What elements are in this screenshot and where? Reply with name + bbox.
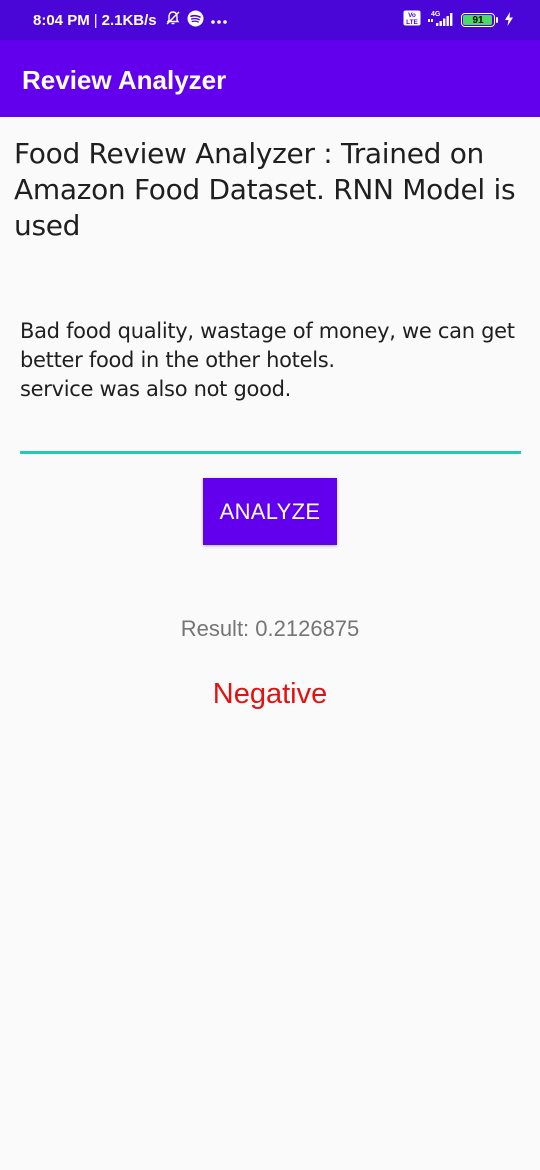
review-input-text[interactable]: Bad food quality, wastage of money, we c…: [20, 317, 520, 404]
charging-icon: [504, 11, 514, 30]
review-input[interactable]: Bad food quality, wastage of money, we c…: [20, 317, 520, 404]
app-title: Review Analyzer: [22, 65, 227, 95]
status-separator: |: [93, 11, 98, 29]
svg-text:LTE: LTE: [406, 19, 418, 26]
status-left: 8:04 PM | 2.1KB/s: [33, 0, 228, 40]
battery-tip: [496, 17, 498, 23]
status-right: Vo LTE 4G 91: [403, 0, 514, 40]
review-input-underline: [20, 451, 521, 454]
notification-icons: [165, 10, 228, 31]
network-speed: 2.1KB/s: [101, 11, 157, 29]
status-bar: 8:04 PM | 2.1KB/s Vo LTE 4G 91: [0, 0, 540, 40]
more-dots-icon: [210, 12, 228, 29]
app-bar: Review Analyzer: [0, 40, 540, 117]
spotify-icon: [187, 10, 204, 31]
signal-icon: 4G: [427, 9, 455, 31]
volte-icon: Vo LTE: [403, 10, 421, 30]
svg-text:Vo: Vo: [408, 12, 416, 19]
sentiment-label: Negative: [212, 678, 328, 710]
analyze-button[interactable]: ANALYZE: [203, 478, 337, 545]
page-heading: Food Review Analyzer : Trained on Amazon…: [14, 137, 516, 242]
result-text: Result: 0.2126875: [180, 616, 360, 641]
status-time: 8:04 PM: [33, 11, 90, 29]
mute-notification-icon: [165, 10, 181, 30]
battery-icon: 91: [461, 13, 495, 27]
svg-text:4G: 4G: [431, 11, 441, 18]
battery-level: 91: [472, 14, 484, 26]
